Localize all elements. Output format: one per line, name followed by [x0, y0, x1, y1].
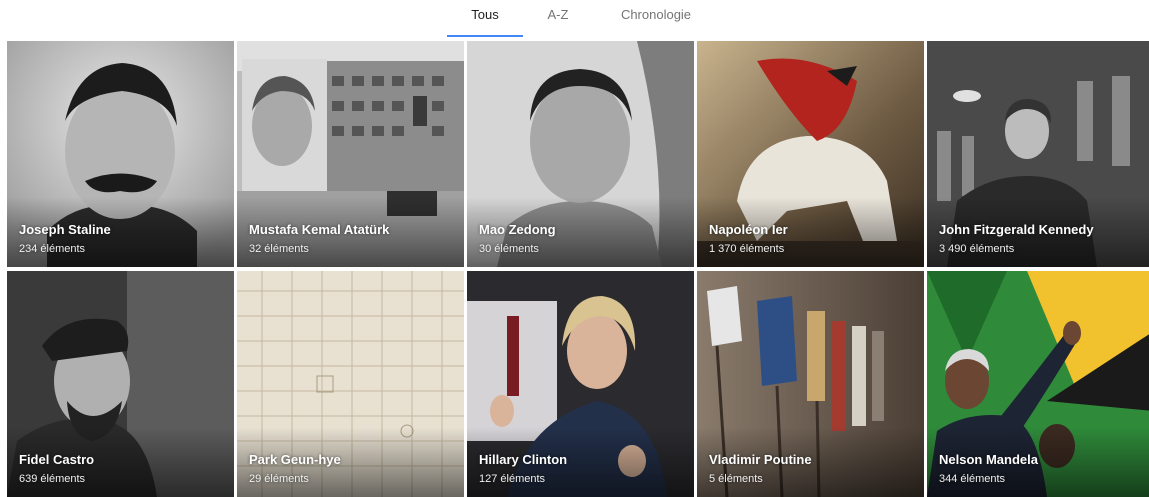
tile-john-fitzgerald-kennedy[interactable]: John Fitzgerald Kennedy 3 490 éléments	[927, 41, 1149, 267]
tile-item-count: 1 370 éléments	[709, 243, 785, 255]
tile-title: John Fitzgerald Kennedy	[939, 222, 1094, 237]
active-tab-indicator	[447, 35, 523, 37]
category-tabs: Tous A-Z Chronologie	[0, 0, 1149, 40]
tile-mustafa-kemal-ataturk[interactable]: Mustafa Kemal Atatürk 32 éléments	[237, 41, 464, 267]
tile-item-count: 639 éléments	[19, 473, 86, 485]
tile-item-count: 3 490 éléments	[939, 243, 1015, 255]
tile-item-count: 234 éléments	[19, 243, 86, 255]
tab-label: Tous	[471, 7, 499, 22]
tile-mao-zedong[interactable]: Mao Zedong 30 éléments	[467, 41, 694, 267]
tile-item-count: 29 éléments	[249, 473, 309, 485]
tile-joseph-staline[interactable]: Joseph Staline 234 éléments	[7, 41, 234, 267]
tile-vladimir-poutine[interactable]: Vladimir Poutine 5 éléments	[697, 271, 924, 497]
tile-title: Mao Zedong	[479, 222, 556, 237]
tile-hillary-clinton[interactable]: Hillary Clinton 127 éléments	[467, 271, 694, 497]
tile-title: Hillary Clinton	[479, 452, 568, 467]
tile-park-geun-hye[interactable]: Park Geun-hye 29 éléments	[237, 271, 464, 497]
tile-title: Park Geun-hye	[249, 452, 341, 467]
tile-fidel-castro[interactable]: Fidel Castro 639 éléments	[7, 271, 234, 497]
tile-item-count: 344 éléments	[939, 473, 1006, 485]
tile-title: Mustafa Kemal Atatürk	[249, 222, 390, 237]
tile-title: Napoléon Ier	[709, 222, 788, 237]
tile-title: Fidel Castro	[19, 452, 95, 467]
tile-item-count: 127 éléments	[479, 473, 546, 485]
people-grid: Joseph Staline 234 éléments Mustafa Kema…	[7, 41, 1149, 497]
tile-title: Nelson Mandela	[939, 452, 1038, 467]
tile-item-count: 5 éléments	[709, 473, 763, 485]
tile-item-count: 32 éléments	[249, 243, 309, 255]
tab-all[interactable]: Tous	[447, 0, 523, 37]
tab-label: Chronologie	[620, 7, 692, 22]
tile-nelson-mandela[interactable]: Nelson Mandela 344 éléments	[927, 271, 1149, 497]
tab-a-z[interactable]: A-Z	[532, 0, 584, 37]
tile-item-count: 30 éléments	[479, 243, 539, 255]
tab-chronology[interactable]: Chronologie	[606, 0, 706, 37]
tile-title: Joseph Staline	[19, 222, 111, 237]
tile-title: Vladimir Poutine	[709, 452, 812, 467]
tab-label: A-Z	[547, 7, 569, 22]
tile-napoleon-ier[interactable]: Napoléon Ier 1 370 éléments	[697, 41, 924, 267]
